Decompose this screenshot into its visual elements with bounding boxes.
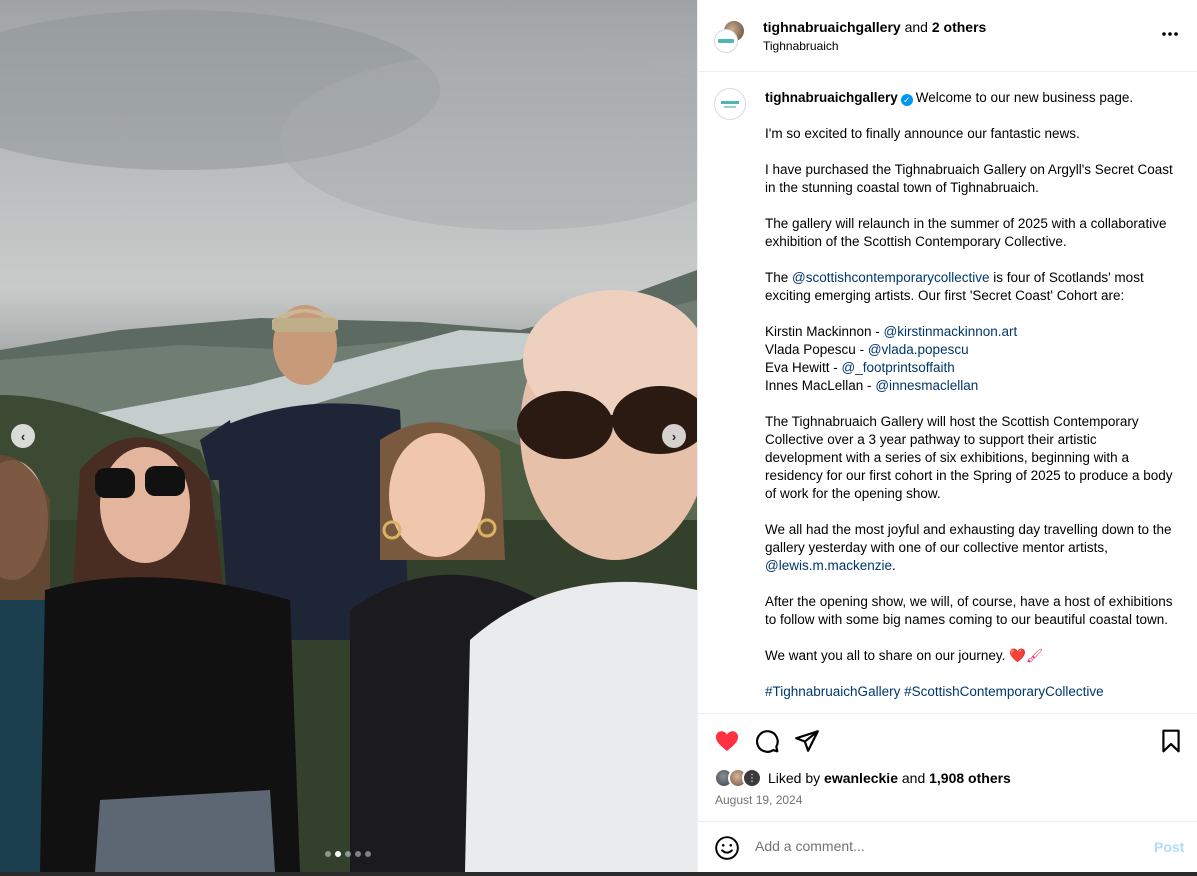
- caption-welcome: Welcome to our new business page.: [915, 90, 1134, 105]
- caption-paragraph: The Tighnabruaich Gallery will host the …: [765, 414, 1173, 501]
- avatar[interactable]: [714, 29, 738, 53]
- avatar: ⋮: [742, 768, 762, 788]
- post-side-panel: tighnabruaichgallery and 2 others Tighna…: [697, 0, 1197, 872]
- avatar[interactable]: [714, 88, 746, 120]
- window-bottom-edge: [0, 872, 1197, 876]
- heart-filled-icon: [715, 731, 739, 751]
- chevron-right-icon: ›: [671, 428, 677, 444]
- comment-button[interactable]: [754, 728, 780, 759]
- post-date[interactable]: August 19, 2024: [715, 793, 802, 807]
- caption-text: tighnabruaichgallery ✓ Welcome to our new …: [765, 89, 1175, 713]
- liked-by-prefix: Liked by: [768, 770, 825, 786]
- mention-link[interactable]: @innesmaclellan: [875, 378, 978, 393]
- caption-text-segment: The: [765, 270, 793, 285]
- carousel-next-button[interactable]: ›: [662, 424, 686, 448]
- share-button[interactable]: [794, 728, 820, 759]
- like-button[interactable]: [714, 728, 740, 759]
- post-modal: ‹ › tighnabruaichgallery and 2 others Ti…: [0, 0, 1197, 876]
- caption-paragraph: I have purchased the Tighnabruaich Galle…: [765, 162, 1173, 195]
- emoji-smile-icon: [715, 836, 739, 860]
- gallery-logo-icon: [718, 39, 734, 43]
- authors-connector: and: [900, 19, 932, 35]
- post-photo: ‹ ›: [0, 0, 697, 872]
- save-button[interactable]: [1158, 728, 1184, 759]
- likes-count[interactable]: 1,908 others: [929, 770, 1011, 786]
- artist-name: Kirstin Mackinnon -: [765, 324, 884, 339]
- comment-bar: Post: [698, 821, 1197, 872]
- chevron-left-icon: ‹: [20, 428, 26, 444]
- mention-link[interactable]: @lewis.m.mackenzie: [765, 558, 892, 573]
- collab-avatars[interactable]: [714, 19, 748, 53]
- caption-username[interactable]: tighnabruaichgallery: [765, 90, 898, 105]
- caption-text-segment: .: [891, 558, 896, 573]
- hashtags[interactable]: #TighnabruaichGallery #ScottishContempor…: [765, 683, 1175, 701]
- verified-badge-icon: ✓: [900, 94, 913, 106]
- emoji-button[interactable]: [714, 835, 740, 866]
- liked-by-middle: and: [897, 770, 930, 786]
- mention-link[interactable]: @_footprintsoffaith: [842, 360, 955, 375]
- gallery-logo-sub-icon: [724, 105, 736, 108]
- photo-scene: [0, 10, 697, 872]
- bookmark-icon: [1162, 729, 1180, 753]
- caption-text-segment: We want you all to share on our journey.: [765, 648, 1010, 663]
- carousel-dot: [325, 851, 331, 857]
- more-options-button[interactable]: [1158, 22, 1182, 52]
- post-header: tighnabruaichgallery and 2 others Tighna…: [698, 0, 1197, 72]
- carousel-dot: [365, 851, 371, 857]
- others-link[interactable]: 2 others: [932, 19, 986, 35]
- artist-name: Innes MacLellan -: [765, 378, 876, 393]
- mention-link[interactable]: @scottishcontemporarycollective: [792, 270, 990, 285]
- liked-by-text: Liked by ewanleckie and 1,908 others: [768, 770, 1011, 786]
- comment-input[interactable]: [755, 838, 1135, 854]
- caption-paragraph: The gallery will relaunch in the summer …: [765, 216, 1167, 249]
- post-actions: ⋮ Liked by ewanleckie and 1,908 others A…: [698, 713, 1197, 821]
- author-username[interactable]: tighnabruaichgallery: [763, 19, 901, 35]
- carousel-dot: [355, 851, 361, 857]
- liked-by-user[interactable]: ewanleckie: [824, 770, 898, 786]
- mention-link[interactable]: @vlada.popescu: [868, 342, 969, 357]
- caption-text-segment: We all had the most joyful and exhaustin…: [765, 522, 1172, 555]
- artist-name: Vlada Popescu -: [765, 342, 868, 357]
- post-location[interactable]: Tighnabruaich: [763, 39, 839, 53]
- more-horizontal-icon: [1162, 32, 1178, 36]
- heart-brush-emoji: ❤️🖌: [1009, 648, 1044, 663]
- caption-paragraph: I'm so excited to finally announce our f…: [765, 126, 1080, 141]
- artist-name: Eva Hewitt -: [765, 360, 842, 375]
- share-icon: [795, 730, 819, 752]
- mention-link[interactable]: @kirstinmackinnon.art: [884, 324, 1018, 339]
- gallery-logo-icon: [721, 100, 739, 104]
- carousel-dot-active: [335, 851, 341, 857]
- caption-paragraph: After the opening show, we will, of cour…: [765, 594, 1173, 627]
- carousel-dot: [345, 851, 351, 857]
- comment-icon: [756, 730, 779, 753]
- carousel-indicator: [325, 851, 371, 857]
- carousel-prev-button[interactable]: ‹: [11, 424, 35, 448]
- likes-summary[interactable]: ⋮ Liked by ewanleckie and 1,908 others: [714, 768, 1011, 788]
- post-authors: tighnabruaichgallery and 2 others: [763, 19, 986, 35]
- post-comment-button[interactable]: Post: [1154, 839, 1184, 855]
- caption-scroll-area[interactable]: tighnabruaichgallery ✓ Welcome to our new …: [698, 73, 1197, 713]
